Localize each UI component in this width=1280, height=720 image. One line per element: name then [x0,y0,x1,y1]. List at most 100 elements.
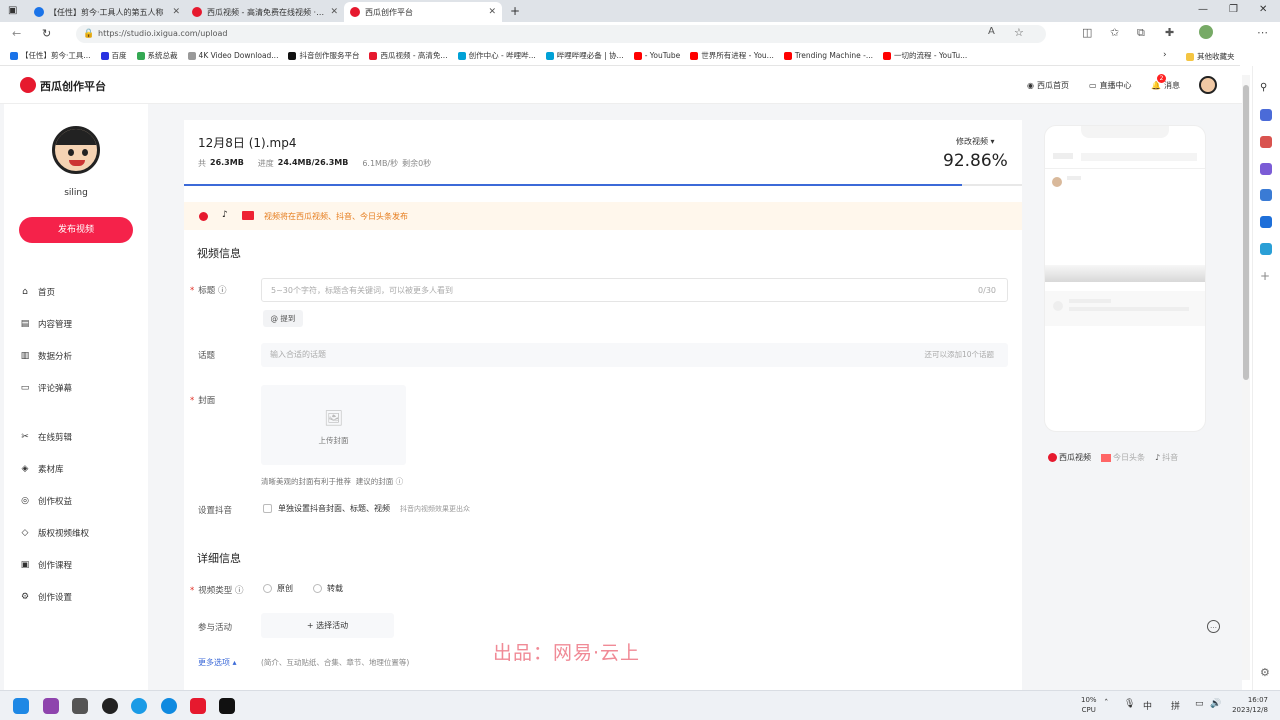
bookmark-item[interactable]: 4K Video Download... [187,51,278,60]
app-icon[interactable] [43,698,59,714]
browser-tab-2[interactable]: 西瓜视频 - 高清免费在线视频 · 分 ✕ [186,2,344,22]
app-icon[interactable] [102,698,118,714]
sidebar-item[interactable]: ◎ 创作权益 [20,495,72,507]
sidebar-item[interactable]: ◇ 版权视频维权 [20,527,89,539]
new-tab-icon[interactable]: + [510,4,520,18]
bookmark-item[interactable]: 西瓜视频 - 高清免... [369,50,448,61]
platform-tab-toutiao[interactable]: 今日头条 [1101,452,1145,463]
close-icon[interactable]: ✕ [330,7,338,17]
toolbox-icon[interactable] [1260,136,1272,148]
capcut-icon[interactable] [219,698,235,714]
publish-video-button[interactable]: 发布视频 [19,217,133,243]
microphone-icon[interactable]: 🎙 [1124,699,1135,709]
bookmark-item[interactable]: 哔哩哔哩必备 | 协... [545,50,624,61]
bookmark-item[interactable]: - YouTube [633,51,680,60]
browser-tab-3[interactable]: 西瓜创作平台 ✕ [344,2,502,22]
sidebar-item[interactable]: ▤ 内容管理 [20,318,72,330]
platform-tab-douyin[interactable]: ♪ 抖音 [1155,452,1178,463]
back-icon[interactable]: ← [12,27,21,40]
browser-tab-1[interactable]: 【任性】剪今·工具人的第五人称 ✕ [28,2,186,22]
publish-notice: ♪ 视频将在西瓜视频、抖音、今日头条发布 [184,202,1022,230]
sidebar-item[interactable]: ▭ 评论弹幕 [20,382,72,394]
sidebar-item[interactable]: ▣ 创作课程 [20,559,72,571]
app-icon[interactable] [131,698,147,714]
page-scrollbar[interactable] [1242,75,1250,680]
platform-tab-xigua[interactable]: 西瓜视频 [1048,452,1091,463]
nav-home-link[interactable]: ◉ 西瓜首页 [1027,80,1069,91]
sidebar-item[interactable]: ⌂ 首页 [20,286,55,298]
ime-mode[interactable]: 中 [1143,699,1152,712]
bookmark-favicon-icon [100,51,109,60]
extensions-icon[interactable]: ✚ [1165,26,1174,39]
bookmark-item[interactable]: 百度 [100,50,127,61]
douyin-separate-checkbox[interactable]: 单独设置抖音封面、标题、视频 抖音内视频效果更出众 [263,503,470,514]
sidebar-item[interactable]: ▥ 数据分析 [20,350,72,362]
file-name: 12月8日 (1).mp4 [198,136,297,150]
sidebar-item[interactable]: ✂ 在线剪辑 [20,431,72,443]
edge-icon[interactable] [161,698,177,714]
bookmark-item[interactable]: 系统总裁 [136,50,178,61]
nav-messages-link[interactable]: 🔔 消息 [1151,80,1180,91]
bookmark-item[interactable]: 一切的流程 - YouTu... [883,50,967,61]
title-input[interactable]: 5~30个字符，标题含有关键词，可以被更多人看到 0/30 [261,278,1008,302]
nav-icon: ▣ [20,560,30,570]
close-window-icon[interactable]: ✕ [1259,4,1267,15]
avatar[interactable] [1199,76,1217,94]
avatar[interactable] [52,126,100,174]
read-aloud-icon[interactable]: A [988,26,995,37]
settings-icon[interactable]: ⚙ [1260,666,1272,679]
bookmark-item[interactable]: 创作中心 - 哔哩哔... [457,50,536,61]
add-icon[interactable]: + [1260,269,1272,283]
tab-actions-icon[interactable]: ▣ [8,5,17,16]
bookmark-item[interactable]: 抖音创作服务平台 [288,50,359,61]
ime-pinyin[interactable]: 拼 [1171,699,1180,712]
sidebar-item[interactable]: ◈ 素材库 [20,463,64,475]
windows-start-icon[interactable] [13,698,29,714]
app-icon[interactable] [72,698,88,714]
split-screen-icon[interactable]: ◫ [1082,26,1092,39]
profile-avatar[interactable] [1199,25,1213,39]
clock[interactable]: 16:07 2023/12/8 [1228,695,1268,715]
nav-icon: ◎ [21,496,29,506]
search-icon[interactable]: ⚲ [1260,82,1272,94]
tag-icon[interactable] [1260,109,1272,121]
suggested-cover-link[interactable]: 建议的封面 ⓘ [356,477,403,486]
netease-music-icon[interactable] [190,698,206,714]
chevron-up-icon[interactable]: ˆ [1104,699,1109,709]
volume-icon[interactable]: 🔊 [1210,699,1221,709]
minimize-icon[interactable]: — [1198,4,1208,15]
games-icon[interactable] [1260,163,1272,175]
nav-live-link[interactable]: ▭ 直播中心 [1089,80,1132,91]
sidebar-item[interactable]: ⚙ 创作设置 [20,591,72,603]
message-badge: 2 [1157,74,1166,83]
more-options-toggle[interactable]: 更多选项 ▴ [198,657,237,668]
close-icon[interactable]: ✕ [488,7,496,17]
bookmark-item[interactable]: Trending Machine -... [783,51,873,60]
tab-favicon-icon [34,7,44,17]
other-bookmarks-folder[interactable]: 其他收藏夹 [1186,51,1235,62]
bookmark-item[interactable]: 世界所有进程 - You... [690,50,774,61]
bookmark-item[interactable]: 【任性】剪今·工具... [10,50,91,61]
logo-text[interactable]: 西瓜创作平台 [40,78,106,94]
restore-icon[interactable]: ❐ [1229,4,1238,15]
change-video-button[interactable]: 修改视频 ▾ [956,136,995,147]
favorite-icon[interactable]: ☆ [1014,26,1024,39]
chevron-right-icon[interactable]: › [1163,50,1167,60]
type-original-radio[interactable]: 原创 [263,583,293,594]
office-icon[interactable] [1260,189,1272,201]
mention-button[interactable]: @ 提到 [263,310,303,327]
collections-icon[interactable]: ⧉ [1137,26,1145,40]
url-input[interactable]: 🔒 https://studio.ixigua.com/upload [76,25,1046,43]
network-icon[interactable]: ▭ [1195,699,1204,709]
outlook-icon[interactable] [1260,216,1272,228]
favorites-bar-icon[interactable]: ✩ [1110,26,1119,39]
more-options-icon[interactable]: ⋯ [1257,26,1268,39]
refresh-icon[interactable]: ↻ [42,27,51,40]
topic-input[interactable]: 输入合适的话题 还可以添加10个话题 [261,343,1008,367]
type-repost-radio[interactable]: 转载 [313,583,343,594]
close-icon[interactable]: ✕ [172,7,180,17]
select-activity-button[interactable]: + 选择活动 [261,613,394,638]
chat-support-icon[interactable]: … [1207,620,1220,633]
upload-cover-button[interactable]: 🖼 上传封面 [261,385,406,465]
send-icon[interactable] [1260,243,1272,255]
